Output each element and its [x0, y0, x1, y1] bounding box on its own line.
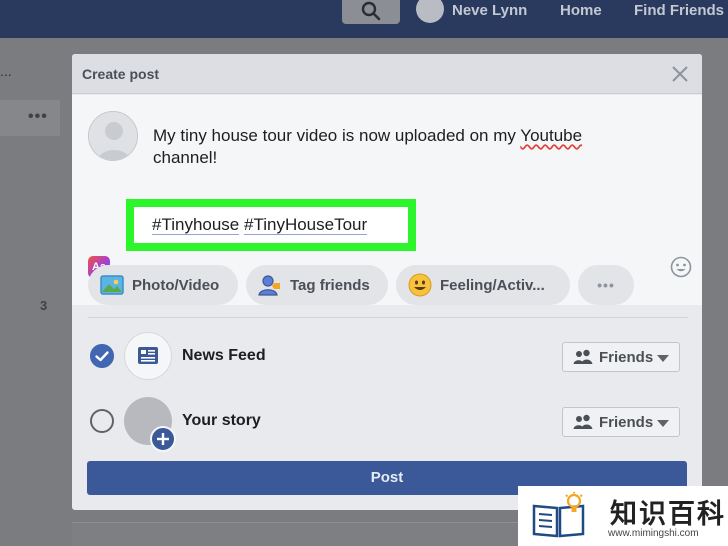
create-post-dialog: Create post My tiny house tour video is …	[72, 54, 702, 510]
post-actions: Photo/Video Tag friends Feeling/Activ...…	[88, 265, 688, 305]
chevron-down-icon	[657, 355, 669, 362]
your-story-audience-dropdown[interactable]: Friends	[562, 407, 680, 437]
news-feed-audience-dropdown[interactable]: Friends	[562, 342, 680, 372]
profile-link[interactable]	[416, 0, 444, 24]
feeling-emoji-icon	[408, 273, 432, 297]
add-icon	[150, 426, 176, 452]
chevron-down-icon	[657, 420, 669, 427]
avatar	[416, 0, 444, 23]
unchecked-radio[interactable]	[90, 409, 114, 433]
share-news-feed-row[interactable]: News Feed Friends	[72, 332, 702, 382]
dialog-title: Create post	[82, 66, 160, 82]
misspelled-word: Youtube	[520, 126, 583, 145]
more-options-button[interactable]: •••	[578, 265, 634, 305]
post-text-line1: My tiny house tour video is now uploaded…	[153, 126, 521, 145]
hashtag-tinyhouse[interactable]: #Tinyhouse	[152, 215, 240, 235]
photo-icon	[100, 275, 124, 295]
news-feed-label: News Feed	[182, 347, 266, 364]
divider	[88, 317, 688, 318]
checkmark-icon[interactable]	[90, 344, 114, 368]
background-more-icon: •••	[28, 108, 48, 125]
dialog-header: Create post	[72, 54, 702, 94]
audience-label: Friends	[599, 348, 654, 366]
watermark-title: 知识百科	[610, 499, 726, 530]
post-text-input[interactable]: My tiny house tour video is now uploaded…	[153, 125, 623, 169]
friends-icon	[573, 414, 593, 429]
watermark-url: www.mimingshi.com	[608, 528, 699, 539]
find-friends-link[interactable]: Find Friends	[634, 2, 724, 19]
watermark: 知识百科 www.mimingshi.com	[518, 486, 728, 546]
top-navigation-bar: Neve Lynn Home Find Friends	[0, 0, 728, 38]
tag-friends-icon	[258, 275, 280, 296]
hashtag-highlight: #Tinyhouse #TinyHouseTour	[126, 199, 416, 251]
search-button[interactable]	[342, 0, 400, 24]
background-ellipsis: ...	[0, 63, 12, 79]
feeling-activity-label: Feeling/Activ...	[440, 276, 545, 294]
more-icon: •••	[597, 277, 615, 293]
audience-label: Friends	[599, 413, 654, 431]
friends-icon	[573, 349, 593, 364]
background-right-column	[703, 38, 728, 546]
hashtag-tinyhousetour[interactable]: #TinyHouseTour	[244, 215, 368, 235]
share-your-story-row[interactable]: Your story Friends	[72, 397, 702, 452]
home-link[interactable]: Home	[560, 2, 602, 19]
avatar	[88, 111, 138, 161]
photo-video-label: Photo/Video	[132, 276, 220, 294]
search-icon	[361, 1, 381, 21]
default-user-icon	[89, 112, 137, 160]
your-story-label: Your story	[182, 412, 261, 429]
tag-friends-label: Tag friends	[290, 276, 370, 294]
tag-friends-button[interactable]: Tag friends	[246, 265, 388, 305]
background-count: 3	[40, 298, 48, 313]
book-lightbulb-logo-icon	[532, 492, 585, 538]
profile-name[interactable]: Neve Lynn	[452, 2, 527, 19]
photo-video-button[interactable]: Photo/Video	[88, 265, 238, 305]
feeling-activity-button[interactable]: Feeling/Activ...	[396, 265, 570, 305]
hashtags-text[interactable]: #Tinyhouse #TinyHouseTour	[152, 215, 368, 235]
close-icon[interactable]	[670, 64, 690, 84]
news-feed-icon	[124, 332, 172, 380]
post-text-line2: channel!	[153, 148, 218, 167]
